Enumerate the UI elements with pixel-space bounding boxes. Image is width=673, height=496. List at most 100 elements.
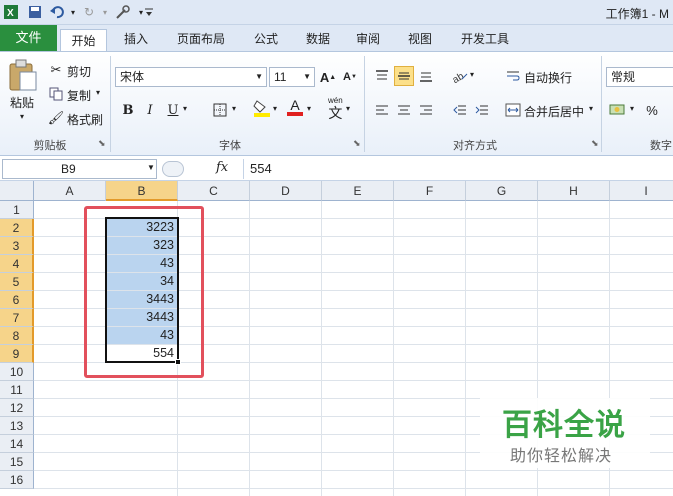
grid-line [34,470,673,471]
bold-button[interactable]: B [118,100,138,120]
tab-insert[interactable]: 插入 [118,28,154,51]
chevron-down-icon: ▼ [255,72,263,81]
column-header-a[interactable]: A [34,181,106,201]
tab-review[interactable]: 审阅 [350,28,386,51]
clipboard-group-label: 剪贴板 [33,140,67,152]
column-header-f[interactable]: F [394,181,466,201]
tab-view[interactable]: 视图 [402,28,438,51]
row-header-3[interactable]: 3 [0,237,34,255]
row-header-11[interactable]: 11 [0,381,34,399]
wrap-text-button[interactable]: 自动换行 [524,69,572,86]
currency-icon[interactable] [608,100,628,120]
title-bar: X ▾ ↻ ▾ ▾ 工作簿1 - M [0,0,673,25]
paste-button[interactable]: 粘贴 [10,94,34,111]
customize-icon[interactable] [140,3,158,21]
cut-button[interactable]: 剪切 [67,63,91,80]
grow-font-icon[interactable]: A ▲ [318,67,338,87]
borders-icon[interactable] [210,100,230,120]
shrink-font-icon[interactable]: A ▼ [340,67,360,87]
fill-color-icon[interactable] [252,98,272,118]
formula-bar-collapse-icon[interactable] [162,161,184,177]
font-color-dropdown-icon[interactable]: ▾ [307,104,311,113]
font-size-select[interactable]: 11 ▼ [269,67,315,87]
tab-file[interactable]: 文件 [0,25,57,51]
excel-logo-icon: X [2,3,20,21]
copy-button[interactable]: 复制 [67,87,91,104]
format-painter-button[interactable]: 格式刷 [67,111,103,128]
decrease-indent-icon[interactable] [450,100,470,120]
paste-dropdown-icon[interactable]: ▾ [20,112,24,121]
percent-button[interactable]: % [642,100,662,120]
paste-icon[interactable] [8,58,38,95]
align-center-icon[interactable] [394,100,414,120]
font-name-select[interactable]: 宋体 ▼ [115,67,267,87]
column-header-c[interactable]: C [178,181,250,201]
row-header-14[interactable]: 14 [0,435,34,453]
watermark: 百科全说 助你轻松解决 [480,398,650,468]
align-top-icon[interactable] [372,66,392,86]
align-bottom-icon[interactable] [416,66,436,86]
tab-home[interactable]: 开始 [60,29,107,51]
currency-dropdown-icon[interactable]: ▾ [630,104,634,113]
merge-center-icon [503,100,523,120]
column-header-h[interactable]: H [538,181,610,201]
row-header-13[interactable]: 13 [0,417,34,435]
row-header-15[interactable]: 15 [0,453,34,471]
font-color-icon[interactable]: A [285,97,305,117]
tab-developer[interactable]: 开发工具 [455,28,515,51]
increase-indent-icon[interactable] [472,100,492,120]
row-header-6[interactable]: 6 [0,291,34,309]
tab-page-layout[interactable]: 页面布局 [172,28,230,51]
grow-font-glyph: A [319,69,330,85]
row-header-9[interactable]: 9 [0,345,34,363]
row-header-2[interactable]: 2 [0,219,34,237]
italic-button[interactable]: I [140,100,160,120]
row-header-4[interactable]: 4 [0,255,34,273]
ribbon-tabs: 文件 开始 插入 页面布局 公式 数据 审阅 视图 开发工具 [0,25,673,51]
row-header-7[interactable]: 7 [0,309,34,327]
chevron-down-icon: ▼ [147,163,155,172]
row-header-5[interactable]: 5 [0,273,34,291]
orientation-icon[interactable]: ab [450,66,470,86]
copy-dropdown-icon[interactable]: ▾ [96,88,100,97]
clipboard-launcher-icon[interactable]: ⬊ [98,138,106,149]
column-header-g[interactable]: G [466,181,538,201]
column-header-b[interactable]: B [106,181,178,201]
column-header-i[interactable]: I [610,181,673,201]
font-launcher-icon[interactable]: ⬊ [353,138,361,149]
copy-icon [46,84,66,104]
underline-dropdown-icon[interactable]: ▾ [183,104,187,113]
merge-dropdown-icon[interactable]: ▾ [589,104,593,113]
insert-function-icon[interactable]: fx [216,160,228,175]
phonetic-char: 文 [328,105,343,121]
row-header-12[interactable]: 12 [0,399,34,417]
row-header-8[interactable]: 8 [0,327,34,345]
column-header-d[interactable]: D [250,181,322,201]
excel-window: X ▾ ↻ ▾ ▾ 工作簿1 - M 文件 开始 插入 页面布局 公式 数据 审… [0,0,673,496]
column-header-e[interactable]: E [322,181,394,201]
formula-input[interactable]: 554 [243,159,671,179]
name-box[interactable]: B9 ▼ [2,159,157,179]
redo-dropdown-icon[interactable]: ▾ [96,3,114,21]
tools-icon[interactable] [114,3,132,21]
align-left-icon[interactable] [372,100,392,120]
alignment-launcher-icon[interactable]: ⬊ [591,138,599,149]
phonetic-dropdown-icon[interactable]: ▾ [346,104,350,113]
row-header-1[interactable]: 1 [0,201,34,219]
borders-dropdown-icon[interactable]: ▾ [232,104,236,113]
tab-data[interactable]: 数据 [300,28,336,51]
orientation-dropdown-icon[interactable]: ▾ [470,70,474,79]
row-header-16[interactable]: 16 [0,471,34,489]
tab-formulas[interactable]: 公式 [248,28,284,51]
align-middle-icon[interactable] [394,66,414,86]
underline-button[interactable]: U [163,100,183,120]
number-format-select[interactable]: 常规 [606,67,673,87]
fill-color-dropdown-icon[interactable]: ▾ [273,104,277,113]
grid-line [34,488,673,489]
select-all-corner[interactable] [0,181,34,201]
save-icon[interactable] [26,3,44,21]
phonetic-icon[interactable]: wén 文 [328,96,343,120]
align-right-icon[interactable] [416,100,436,120]
merge-center-button[interactable]: 合并后居中 [524,103,584,120]
row-header-10[interactable]: 10 [0,363,34,381]
